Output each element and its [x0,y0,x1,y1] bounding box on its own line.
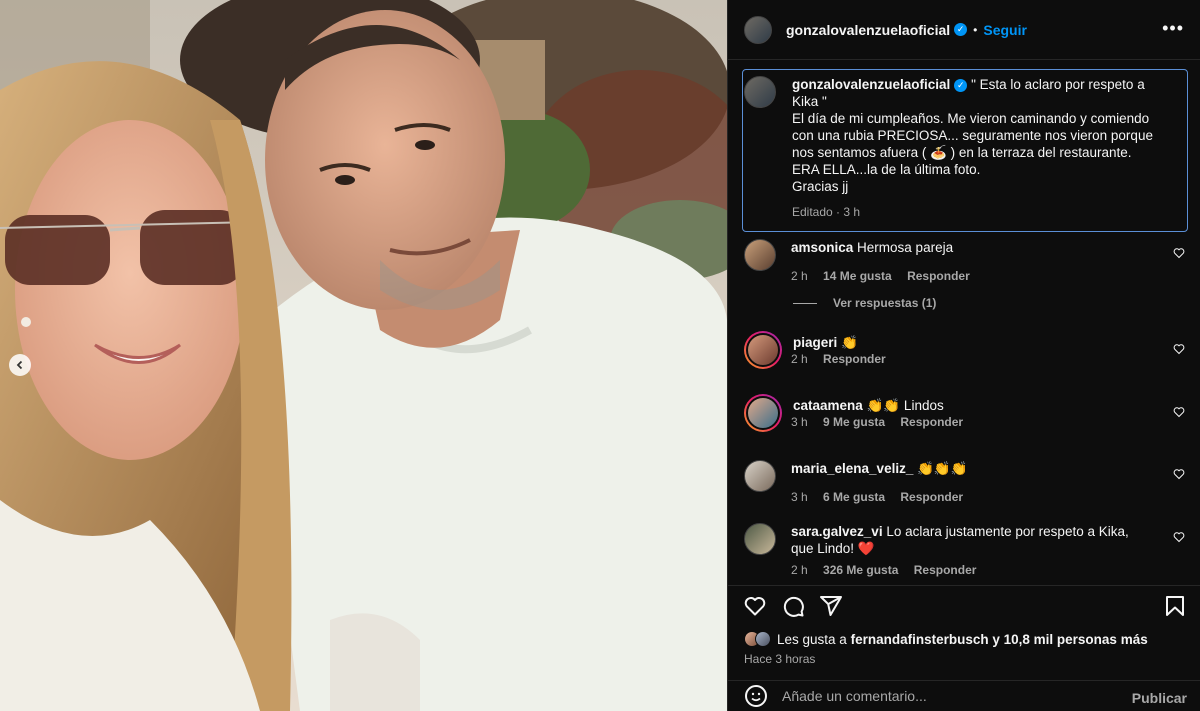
caption-line-3: ERA ELLA...la de la última foto. [792,162,981,177]
comment-username[interactable]: piageri [793,335,837,350]
commenter-avatar[interactable] [744,523,776,555]
comment-like-heart-icon[interactable] [1173,531,1185,543]
commenter-avatar [746,333,780,367]
post-action-bar [728,585,1200,625]
comment-time: 2 h [791,352,808,366]
comment-username[interactable]: sara.galvez_vi [791,524,883,539]
view-replies-label: Ver respuestas (1) [833,296,937,310]
comment-item: sara.galvez_vi Lo aclara justamente por … [744,523,1185,577]
comment-like-heart-icon[interactable] [1173,247,1185,259]
post-time[interactable]: Hace 3 horas [744,652,815,666]
comment-input[interactable] [782,688,1112,704]
comment-likes[interactable]: 14 Me gusta [823,269,892,283]
commenter-avatar [746,396,780,430]
comment-time: 3 h [791,490,808,504]
commenter-avatar[interactable] [744,239,776,271]
comment-like-heart-icon[interactable] [1173,406,1185,418]
separator-dot: • [973,22,978,37]
likes-suffix[interactable]: y 10,8 mil personas más [992,632,1147,647]
reply-button[interactable]: Responder [900,490,963,504]
reply-button[interactable]: Responder [900,415,963,429]
post-header: gonzalovalenzuelaoficial ✓ • Seguir ••• [728,0,1200,60]
bookmark-icon[interactable] [1163,594,1187,618]
comment-time: 2 h [791,269,808,283]
comment-username[interactable]: cataamena [793,398,863,413]
carousel-prev-button[interactable] [9,354,31,376]
comment-likes[interactable]: 6 Me gusta [823,490,885,504]
emoji-icon[interactable] [744,684,768,708]
comment-item: amsonica Hermosa pareja 2 h 14 Me gusta … [744,239,1185,283]
view-replies-button[interactable]: Ver respuestas (1) [793,296,936,310]
comment-text: 👏👏👏 [917,461,968,476]
reply-button[interactable]: Responder [907,269,970,283]
reply-button[interactable]: Responder [914,563,977,577]
comment-text: Hermosa pareja [857,240,954,255]
likes-prefix: Les gusta a [777,631,847,647]
comment-like-heart-icon[interactable] [1173,468,1185,480]
comment-item: piageri 👏 2 h Responder [744,331,1185,369]
commenter-avatar[interactable] [744,460,776,492]
comment-text: 👏👏 Lindos [866,398,944,413]
post-caption: gonzalovalenzuelaoficial ✓ " Esta lo acla… [742,69,1188,232]
reply-button[interactable]: Responder [823,352,886,366]
caption-username[interactable]: gonzalovalenzuelaoficial [792,77,950,92]
post-side-panel: gonzalovalenzuelaoficial ✓ • Seguir ••• … [727,0,1200,711]
author-username[interactable]: gonzalovalenzuelaoficial [786,22,950,38]
heart-icon[interactable] [743,594,767,618]
post-photo[interactable] [0,0,727,711]
add-comment-bar: Publicar [728,680,1200,711]
publish-button[interactable]: Publicar [1132,690,1187,706]
instagram-post-modal: gonzalovalenzuelaoficial ✓ • Seguir ••• … [0,0,1200,711]
selfie-photo [0,0,727,711]
author-avatar[interactable] [744,15,772,44]
likes-user[interactable]: fernandafinsterbusch [851,632,989,647]
comment-time: 3 h [791,415,808,429]
caption-meta: Editado · 3 h [792,205,861,219]
replies-divider [793,302,817,304]
comment-likes[interactable]: 326 Me gusta [823,563,898,577]
story-ring[interactable] [744,331,782,369]
caption-line-4: Gracias jj [792,179,849,194]
comment-item: maria_elena_veliz_ 👏👏👏 3 h 6 Me gusta Re… [744,460,1185,504]
comment-icon[interactable] [781,594,805,618]
story-ring[interactable] [744,394,782,432]
verified-badge-icon: ✓ [954,78,968,92]
comment-text: 👏 [841,335,858,350]
comment-like-heart-icon[interactable] [1173,343,1185,355]
chevron-left-icon [16,360,23,370]
comment-item: cataamena 👏👏 Lindos 3 h 9 Me gusta Respo… [744,394,1185,432]
more-options-icon[interactable]: ••• [1162,18,1184,39]
follow-button[interactable]: Seguir [983,22,1027,38]
likes-summary: Les gusta a fernandafinsterbusch y 10,8 … [744,631,1148,647]
caption-line-2: El día de mi cumpleaños. Me vieron camin… [792,111,1153,160]
liker-avatar [755,631,771,647]
comment-username[interactable]: maria_elena_veliz_ [791,461,913,476]
share-icon[interactable] [819,594,843,618]
comment-time: 2 h [791,563,808,577]
caption-author-avatar[interactable] [744,76,776,108]
comment-username[interactable]: amsonica [791,240,853,255]
comment-likes[interactable]: 9 Me gusta [823,415,885,429]
verified-badge-icon: ✓ [954,23,968,36]
